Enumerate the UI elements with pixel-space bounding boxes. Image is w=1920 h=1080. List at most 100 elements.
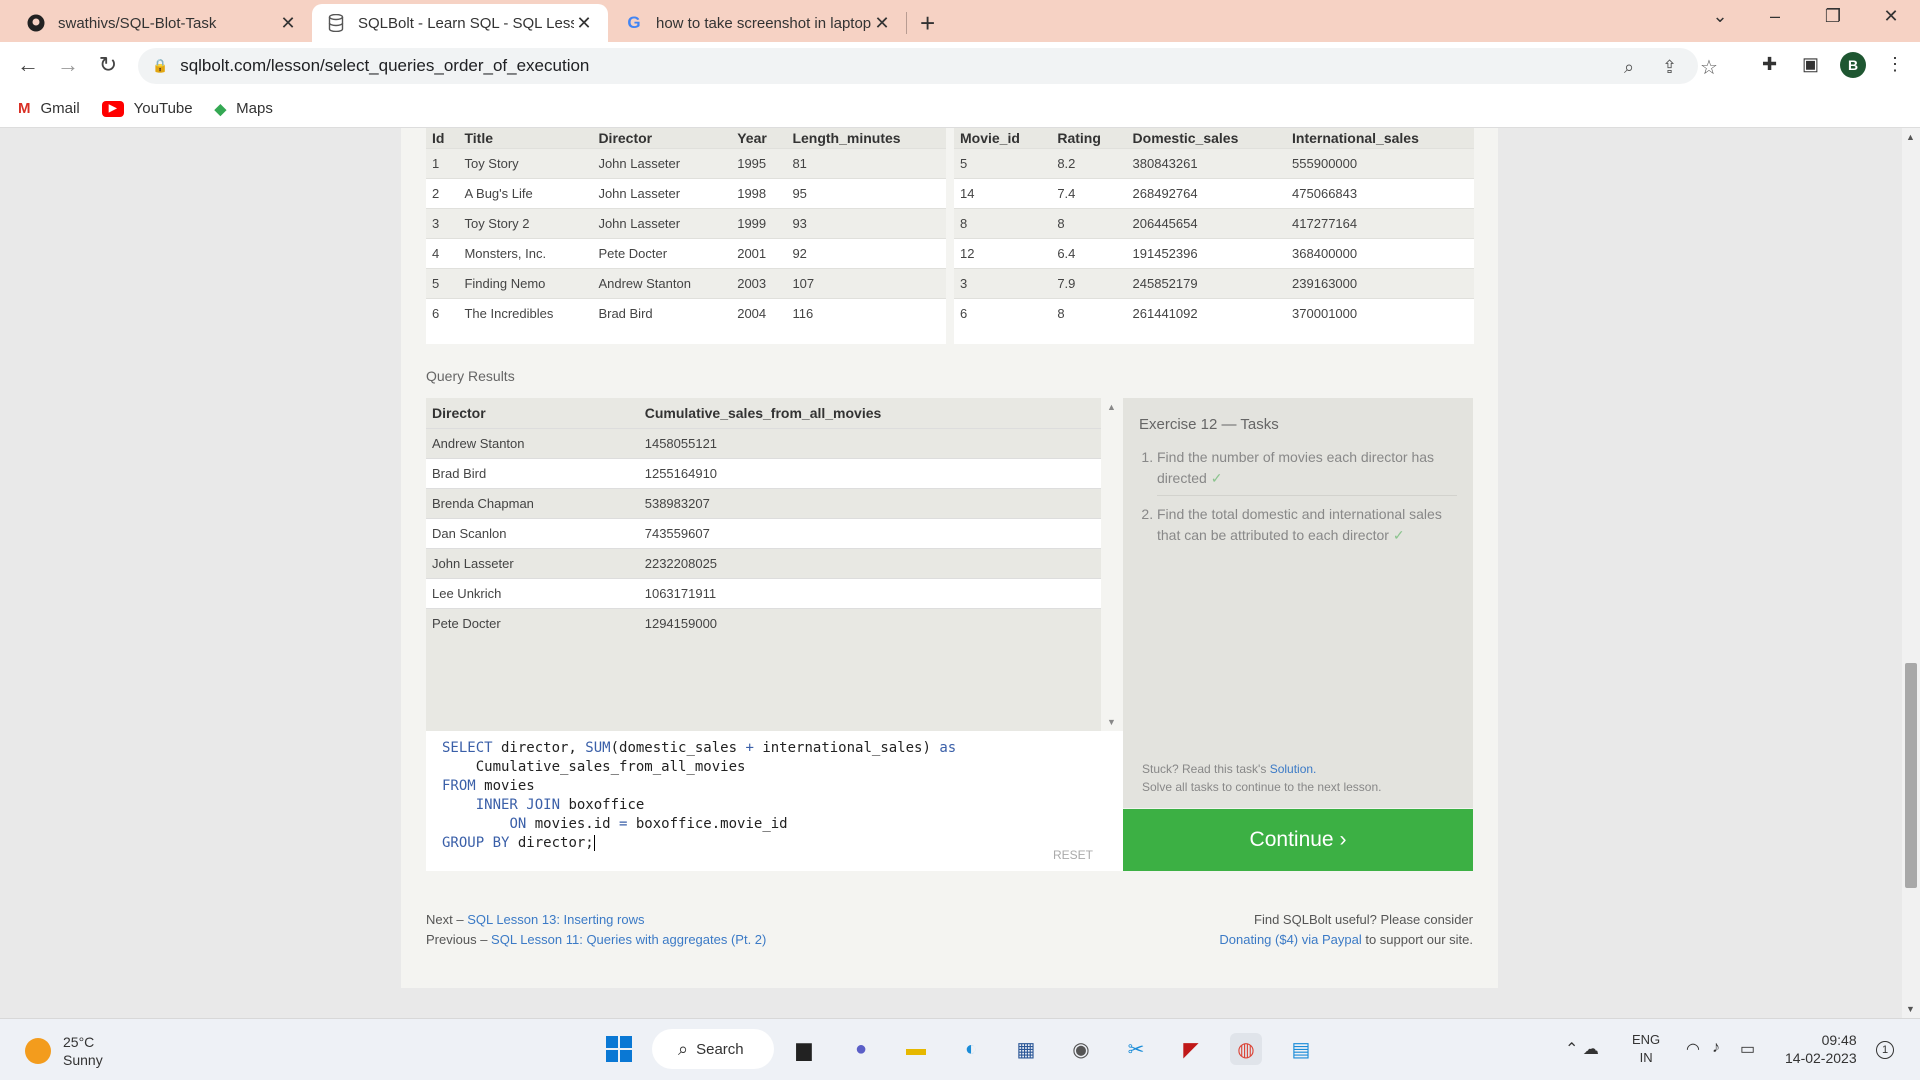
scroll-down-icon[interactable]: ▼ [1906, 1004, 1915, 1014]
bookmark-maps[interactable]: ◆ Maps [215, 100, 273, 118]
table-cell: 1255164910 [638, 457, 1103, 488]
notepad-icon[interactable]: ▤ [1285, 1033, 1317, 1065]
side-panel-icon[interactable]: ▣ [1802, 54, 1819, 75]
bookmark-star-icon[interactable]: ☆ [1700, 55, 1718, 80]
table-cell: 206445654 [1126, 207, 1287, 238]
close-icon[interactable]: ✕ [872, 13, 892, 34]
close-icon[interactable]: ✕ [278, 13, 298, 34]
page-scrollbar[interactable]: ▲ ▼ [1902, 128, 1920, 1018]
tab-google-search[interactable]: G how to take screenshot in laptop ✕ [610, 4, 906, 42]
task-view-icon[interactable]: ▆ [788, 1033, 820, 1065]
new-tab-icon[interactable]: + [920, 8, 935, 39]
reset-button[interactable]: RESET [1053, 848, 1093, 862]
table-row: Brad Bird 1255164910 [426, 457, 1103, 488]
table-cell: 8 [954, 207, 1052, 238]
menu-icon[interactable]: ⋮ [1886, 54, 1904, 75]
previous-lesson-link[interactable]: SQL Lesson 11: Queries with aggregates (… [491, 932, 766, 947]
table-cell: John Lasseter [592, 147, 732, 178]
table-cell: 370001000 [1286, 297, 1474, 328]
notification-badge[interactable]: 1 [1876, 1041, 1894, 1059]
snip-icon[interactable]: ✂ [1120, 1033, 1152, 1065]
solution-link[interactable]: Solution. [1270, 762, 1317, 776]
bookmark-youtube[interactable]: ▶ YouTube [101, 100, 193, 117]
windows-start-icon[interactable] [603, 1033, 635, 1065]
table-cell: 2001 [731, 237, 787, 268]
google-icon: G [627, 13, 641, 32]
table-cell: 3 [954, 267, 1052, 298]
table-cell: Monsters, Inc. [458, 237, 593, 268]
table-row: Brenda Chapman 538983207 [426, 487, 1103, 518]
clock[interactable]: 09:48 14-02-2023 [1785, 1031, 1857, 1067]
column-header: Title [458, 128, 593, 148]
weather-widget[interactable]: 25°C Sunny [25, 1033, 103, 1069]
store-icon[interactable]: ▦ [1010, 1033, 1042, 1065]
continue-button[interactable]: Continue › [1123, 809, 1473, 871]
onedrive-icon[interactable]: ☁ [1583, 1041, 1599, 1058]
tab-label: swathivs/SQL-Blot-Task [58, 14, 217, 32]
table-cell: John Lasseter [426, 547, 639, 578]
table-header-row: Id Title Director Year Length_minutes [426, 128, 946, 148]
extensions-icon[interactable]: ✚ [1762, 54, 1777, 75]
battery-icon[interactable]: ▭ [1740, 1039, 1755, 1059]
table-row: 6 8 261441092 370001000 [954, 297, 1474, 328]
close-window-icon[interactable]: ✕ [1871, 6, 1911, 27]
table-cell: 2003 [731, 267, 787, 298]
profile-avatar[interactable]: B [1840, 52, 1866, 78]
next-prefix: Next – [426, 912, 468, 927]
table-cell: 475066843 [1286, 177, 1474, 208]
donate-link[interactable]: Donating ($4) via Paypal [1219, 932, 1361, 947]
column-header: Length_minutes [786, 128, 946, 148]
forward-icon[interactable]: → [54, 52, 82, 78]
table-cell: 1 [426, 147, 459, 178]
scroll-up-icon[interactable]: ▲ [1906, 132, 1915, 142]
file-explorer-icon[interactable]: ▬ [900, 1033, 932, 1065]
bookmark-gmail[interactable]: M Gmail [18, 100, 80, 117]
support-note: Find SQLBolt useful? Please consider Don… [1219, 910, 1473, 950]
table-row: 6 The Incredibles Brad Bird 2004 116 [426, 297, 946, 328]
table-cell: 2004 [731, 297, 787, 328]
table-cell: 14 [954, 177, 1052, 208]
sql-editor[interactable]: SELECT director, SUM(domestic_sales + in… [426, 731, 1123, 871]
table-cell: Toy Story 2 [458, 207, 593, 238]
share-icon[interactable]: ⇪ [1662, 57, 1677, 78]
table-cell: Brad Bird [592, 297, 732, 328]
date: 14-02-2023 [1785, 1050, 1857, 1066]
table-row: 3 Toy Story 2 John Lasseter 1999 93 [426, 207, 946, 238]
scroll-up-icon[interactable]: ▲ [1107, 402, 1116, 412]
taskbar-search[interactable]: ⌕ Search [652, 1029, 774, 1069]
close-icon[interactable]: ✕ [574, 13, 594, 34]
results-scrollbar[interactable]: ▲ ▼ [1101, 398, 1121, 731]
column-header: Id [426, 128, 459, 148]
tab-search-chevron-icon[interactable]: ⌄ [1700, 6, 1740, 27]
system-tray[interactable]: ⌃ ☁ [1565, 1039, 1599, 1059]
minimize-icon[interactable]: – [1755, 6, 1795, 27]
column-header: Movie_id [954, 128, 1052, 148]
column-header: Year [731, 128, 787, 148]
url-field[interactable]: 🔒 sqlbolt.com/lesson/select_queries_orde… [138, 48, 1718, 84]
scrollbar-thumb[interactable] [1905, 663, 1917, 888]
next-lesson-link[interactable]: SQL Lesson 13: Inserting rows [467, 912, 644, 927]
mcafee-icon[interactable]: ◤ [1175, 1033, 1207, 1065]
search-icon: ⌕ [678, 1038, 689, 1059]
camera-app-icon[interactable]: ◉ [1065, 1033, 1097, 1065]
restore-icon[interactable]: ❐ [1813, 6, 1853, 27]
volume-icon[interactable]: ♪ [1712, 1039, 1720, 1057]
table-cell: 268492764 [1126, 177, 1287, 208]
edge-icon[interactable]: ◐ [955, 1033, 987, 1065]
wifi-icon[interactable]: ◠ [1686, 1039, 1700, 1059]
tab-sqlbolt[interactable]: SQLBolt - Learn SQL - SQL Lesso ✕ [312, 4, 608, 42]
query-results-table: Director Cumulative_sales_from_all_movies… [426, 398, 1103, 731]
table-cell: 4 [426, 237, 459, 268]
table-cell: 743559607 [638, 517, 1103, 548]
back-icon[interactable]: ← [14, 52, 42, 78]
chrome-icon[interactable]: ◍ [1230, 1033, 1262, 1065]
tab-github[interactable]: swathivs/SQL-Blot-Task ✕ [12, 4, 312, 42]
chevron-up-icon[interactable]: ⌃ [1565, 1041, 1578, 1058]
teams-chat-icon[interactable]: ● [845, 1033, 877, 1065]
movies-table: Id Title Director Year Length_minutes 1 Toy S… [426, 128, 946, 344]
zoom-icon[interactable]: ⌕ [1624, 57, 1634, 78]
reload-icon[interactable]: ↻ [94, 52, 122, 78]
scroll-down-icon[interactable]: ▼ [1107, 717, 1116, 727]
table-row: 12 6.4 191452396 368400000 [954, 237, 1474, 268]
language-indicator[interactable]: ENG IN [1632, 1031, 1660, 1067]
